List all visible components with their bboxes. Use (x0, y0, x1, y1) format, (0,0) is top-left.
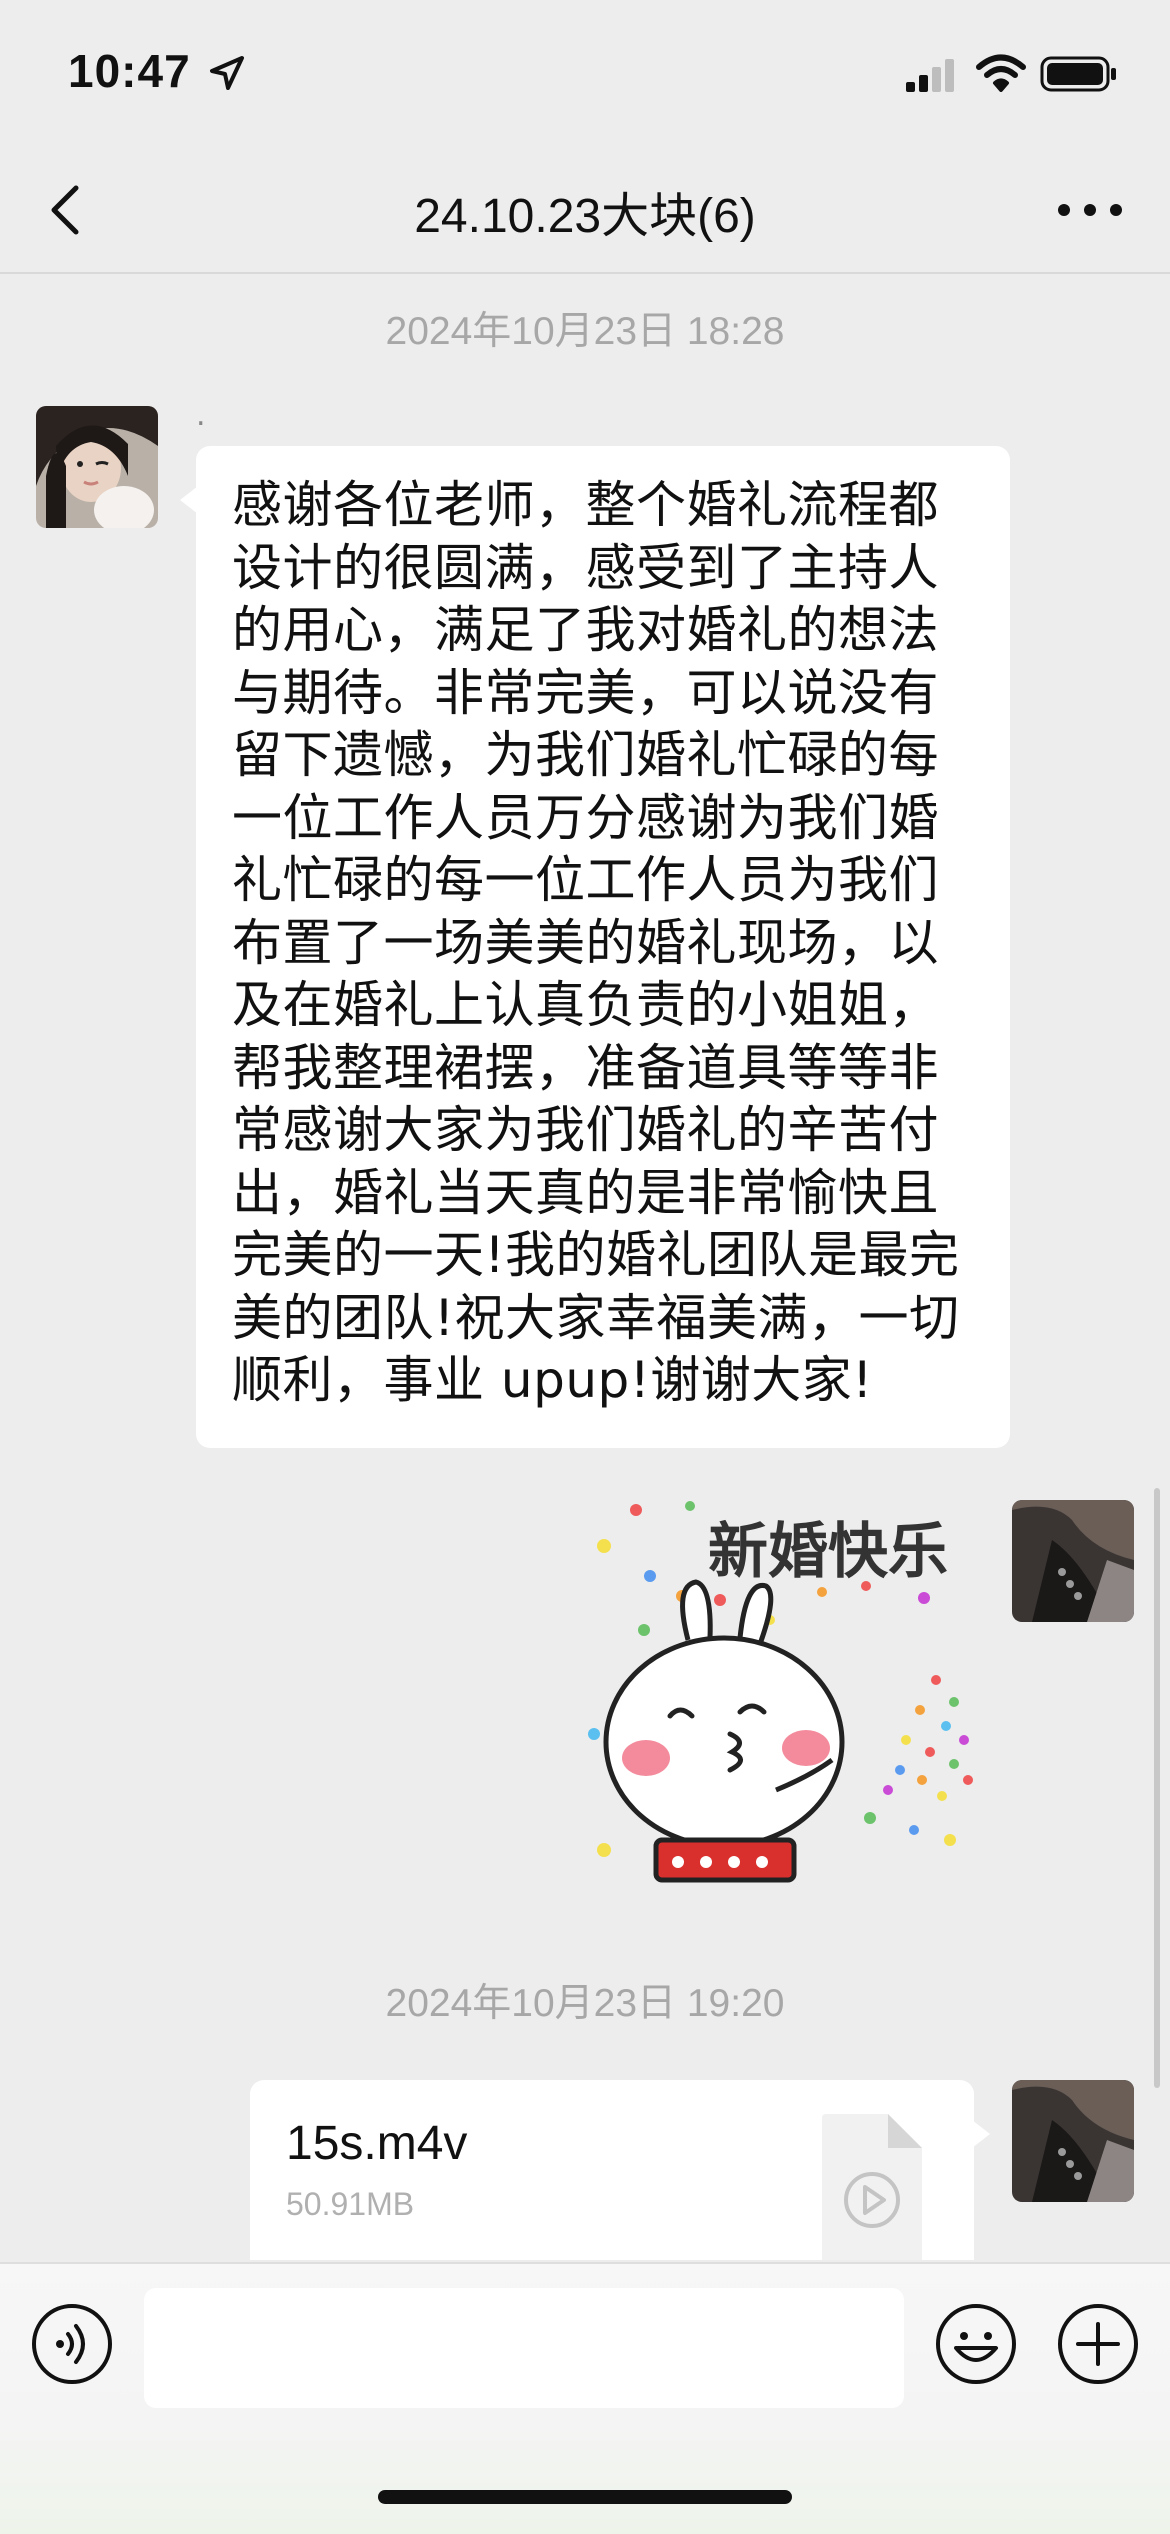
file-name: 15s.m4v (286, 2117, 468, 2170)
nav-bar: 24.10.23大块(6) (0, 150, 1170, 274)
file-size: 50.91MB (286, 2186, 415, 2222)
plus-icon[interactable] (1056, 2302, 1140, 2386)
signal-icon (906, 59, 954, 92)
video-file-icon (822, 2114, 922, 2260)
sticker-image[interactable]: 新婚快乐 (570, 1490, 990, 1910)
message-timestamp: 2024年10月23日 18:28 (385, 310, 785, 353)
emoji-icon[interactable] (934, 2302, 1018, 2386)
location-arrow-icon (210, 56, 244, 90)
status-time: 10:47 (68, 45, 191, 97)
voice-icon[interactable] (30, 2302, 114, 2386)
wifi-icon (976, 54, 1026, 92)
message-bubble[interactable]: 感谢各位老师，整个婚礼流程都设计的很圆满，感受到了主持人的用心，满足了我对婚礼的… (180, 446, 1010, 1448)
chat-title: 24.10.23大块(6) (414, 190, 756, 243)
message-text: 感谢各位老师，整个婚礼流程都设计的很圆满，感受到了主持人的用心，满足了我对婚礼的… (232, 476, 960, 1409)
more-dots-icon[interactable] (1050, 182, 1130, 238)
battery-icon (1040, 56, 1116, 92)
status-bar: 10:47 (0, 0, 1170, 150)
bubble-tail (180, 486, 198, 514)
bubble-tail (972, 2120, 990, 2148)
home-indicator[interactable] (378, 2490, 792, 2504)
my-avatar[interactable] (1012, 1500, 1134, 1622)
message-input[interactable] (144, 2288, 904, 2408)
message-timestamp: 2024年10月23日 19:20 (385, 1982, 785, 2025)
sticker-caption: 新婚快乐 (708, 1517, 948, 1587)
my-avatar[interactable] (1012, 2080, 1134, 2202)
sender-avatar[interactable] (36, 406, 158, 528)
sender-name: . (196, 398, 206, 433)
scroll-indicator[interactable] (1154, 1488, 1160, 2088)
file-message[interactable]: 15s.m4v 50.91MB (250, 2080, 990, 2260)
